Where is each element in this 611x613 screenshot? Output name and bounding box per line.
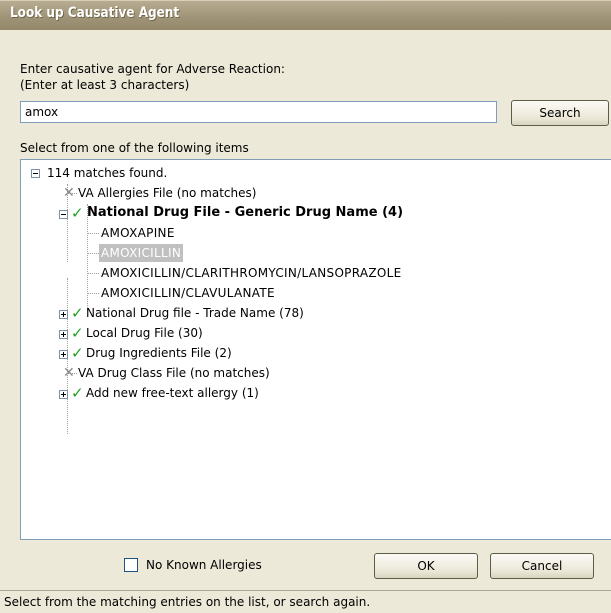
checkmark-icon: ✓ [71,304,84,322]
expand-trade-name-icon[interactable] [59,310,68,319]
search-input[interactable] [20,101,497,123]
title-bar: Look up Causative Agent [0,0,611,30]
search-button[interactable]: Search [511,100,609,126]
prompt-label-line1: Enter causative agent for Adverse Reacti… [20,62,285,76]
x-mark-icon: ✕ [63,365,75,381]
ok-button[interactable]: OK [374,553,478,579]
collapse-root-icon[interactable] [31,169,40,178]
tree-group-local-drug-file[interactable]: Local Drug File (30) [86,324,203,342]
expand-drug-ingredients-icon[interactable] [59,350,68,359]
prompt-label-line2: (Enter at least 3 characters) [20,78,190,92]
tree-group-va-drug-class[interactable]: VA Drug Class File (no matches) [78,364,270,382]
checkmark-icon: ✓ [71,204,84,222]
tree-group-va-allergies[interactable]: VA Allergies File (no matches) [78,184,256,202]
tree-item-amoxicillin-clarithromycin-lansoprazole[interactable]: AMOXICILLIN/CLARITHROMYCIN/LANSOPRAZOLE [101,264,402,282]
list-label: Select from one of the following items [20,141,249,155]
checkmark-icon: ✓ [71,324,84,342]
tree-item-amoxicillin-clavulanate[interactable]: AMOXICILLIN/CLAVULANATE [101,284,275,302]
results-tree[interactable]: 114 matches found. ✕ VA Allergies File (… [20,159,611,540]
no-known-allergies-label[interactable]: No Known Allergies [146,558,262,572]
x-mark-icon: ✕ [63,185,75,201]
expand-free-text-icon[interactable] [59,390,68,399]
checkmark-icon: ✓ [71,344,84,362]
tree-group-generic-drug-name[interactable]: National Drug File - Generic Drug Name (… [87,204,403,222]
tree-root-label[interactable]: 114 matches found. [47,164,167,182]
expand-local-drug-icon[interactable] [59,330,68,339]
status-text: Select from the matching entries on the … [4,595,371,609]
no-known-allergies-checkbox[interactable] [124,558,138,572]
tree-item-amoxicillin-selected[interactable]: AMOXICILLIN [99,244,184,262]
tree-group-free-text-allergy[interactable]: Add new free-text allergy (1) [86,384,259,402]
tree-item-amoxapine[interactable]: AMOXAPINE [101,224,175,242]
cancel-button[interactable]: Cancel [490,553,594,579]
tree-group-drug-ingredients[interactable]: Drug Ingredients File (2) [86,344,232,362]
status-bar: Select from the matching entries on the … [0,590,611,613]
tree-group-trade-name[interactable]: National Drug file - Trade Name (78) [86,304,304,322]
window-title: Look up Causative Agent [10,5,180,21]
checkmark-icon: ✓ [71,384,84,402]
collapse-generic-icon[interactable] [59,210,68,219]
